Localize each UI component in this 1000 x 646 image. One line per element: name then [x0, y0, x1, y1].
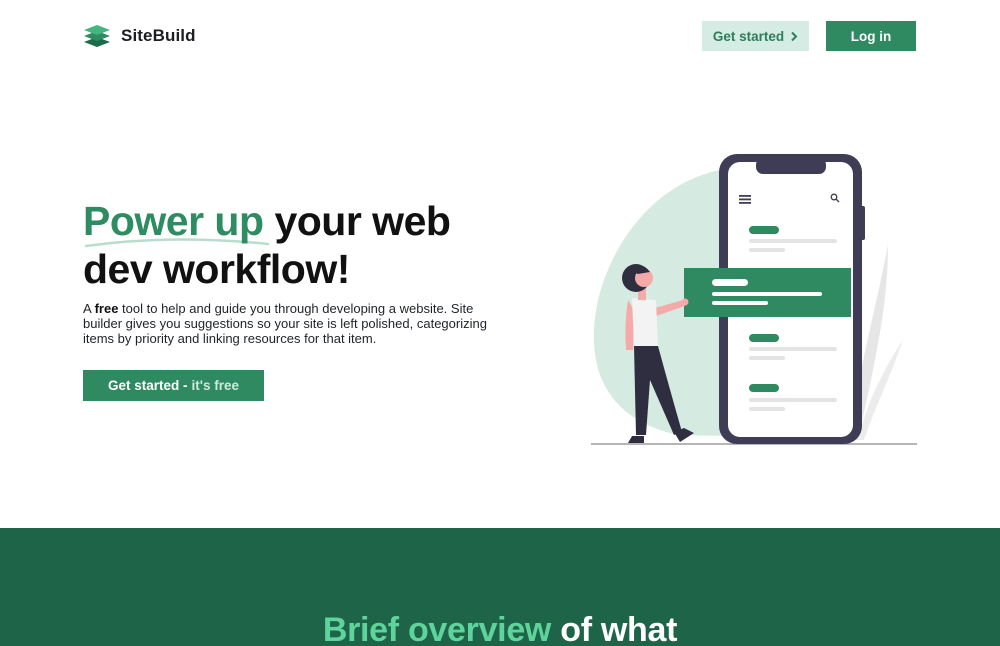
- brand-name: SiteBuild: [121, 26, 196, 45]
- get-started-label: Get started: [712, 28, 785, 44]
- screen-item-line: [749, 398, 837, 402]
- hero-desc-bold: free: [94, 301, 119, 316]
- screen-item-tag: [749, 384, 779, 392]
- screen-item-line: [749, 356, 785, 360]
- get-started-button[interactable]: Get started: [702, 21, 809, 51]
- hero-cta-suffix: it's free: [191, 378, 239, 393]
- screen-item-tag: [749, 334, 779, 342]
- screen-item-line: [749, 407, 785, 411]
- hero-get-started-button[interactable]: Get started - it's free: [83, 370, 264, 401]
- screen-item-line: [749, 239, 837, 243]
- popout-card-line: [712, 301, 768, 305]
- popout-card-tag: [712, 279, 748, 286]
- stacked-layers-icon: [84, 25, 110, 47]
- brand-logo[interactable]: SiteBuild: [83, 24, 196, 48]
- hamburger-icon: [739, 195, 751, 204]
- screen-item-line: [749, 347, 837, 351]
- hero-desc-prefix: A: [83, 301, 95, 316]
- hero-title: Power up your web dev workflow!: [83, 197, 523, 293]
- hero-title-line1: your web: [274, 198, 451, 244]
- hero-title-highlight: Power up: [83, 198, 264, 244]
- overview-title: Brief overview of what: [0, 611, 1000, 646]
- screen-item-line: [749, 248, 785, 252]
- overview-title-rest: of what: [560, 611, 678, 646]
- overview-section: Brief overview of what: [0, 528, 1000, 646]
- hero-description: A free tool to help and guide you throug…: [83, 301, 503, 346]
- screen-item-tag: [749, 226, 779, 234]
- popout-card-line: [712, 292, 822, 296]
- hero-desc-rest: tool to help and guide you through devel…: [83, 301, 487, 346]
- hero-illustration: [591, 154, 917, 445]
- site-header: SiteBuild Get started Log in: [0, 0, 1000, 72]
- chevron-right-icon: [791, 31, 798, 41]
- hero-cta-main: Get started -: [107, 378, 188, 393]
- login-button[interactable]: Log in: [826, 21, 916, 51]
- phone-notch: [756, 158, 826, 174]
- overview-title-highlight: Brief overview: [322, 611, 552, 646]
- hero-title-line2: dev workflow!: [83, 246, 350, 292]
- phone-button: [859, 206, 865, 240]
